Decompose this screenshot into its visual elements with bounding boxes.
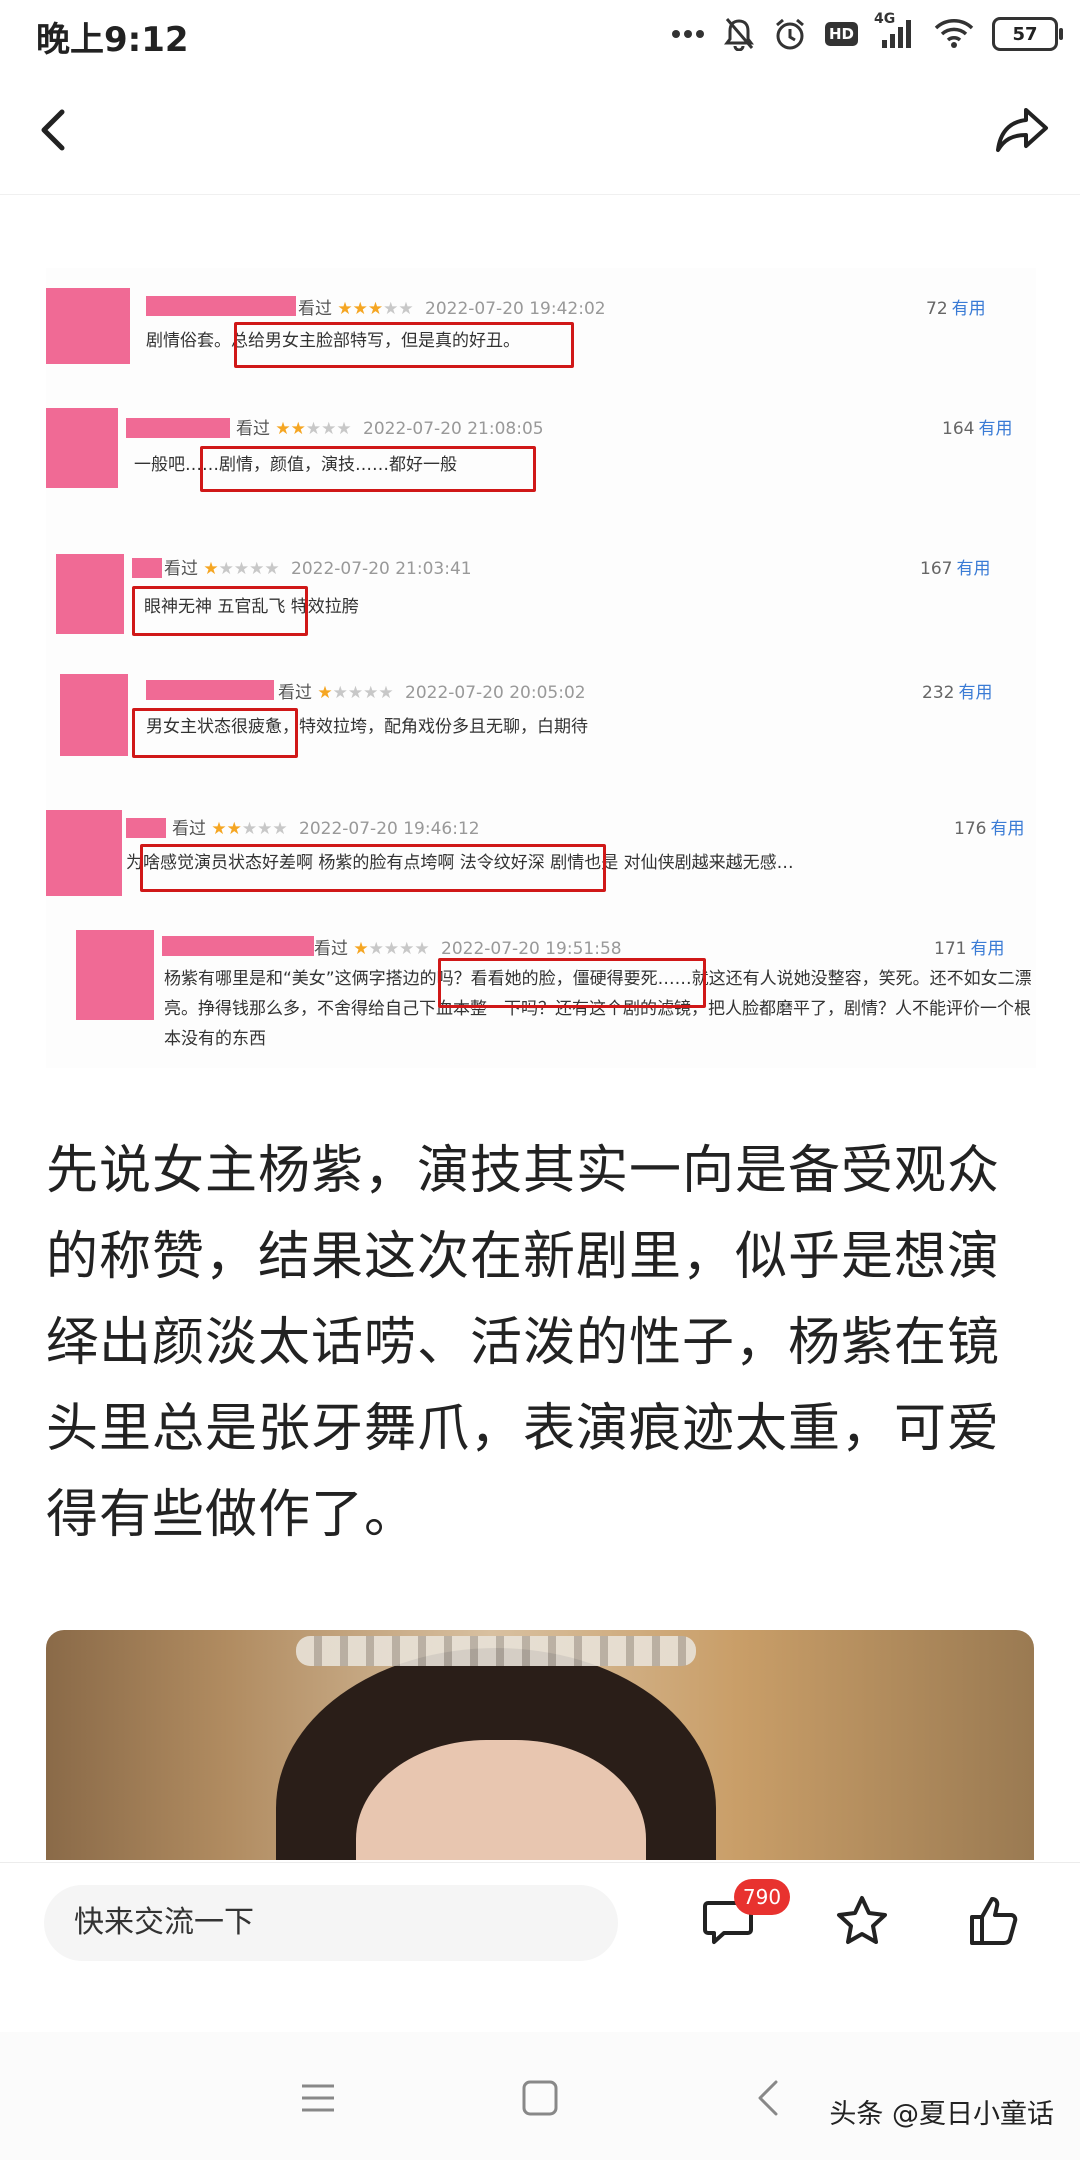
chevron-left-icon — [41, 109, 65, 151]
menu-button[interactable] — [296, 2076, 340, 2120]
comment-input[interactable]: 快来交流一下 — [44, 1885, 618, 1961]
signal-icon: 4G — [874, 12, 916, 50]
top-nav-bar — [0, 66, 1080, 195]
rating-stars: ★★★ — [337, 299, 384, 319]
favorite-button[interactable] — [834, 1893, 890, 1949]
useful-count: 167 有用 — [920, 559, 991, 579]
back-chevron-icon — [758, 2080, 778, 2116]
redacted-username — [126, 818, 166, 838]
highlight-box — [200, 446, 536, 492]
redacted-username — [132, 558, 162, 578]
useful-count: 176 有用 — [954, 819, 1025, 839]
redacted-avatar — [76, 930, 154, 1020]
review-meta: 看过 ★★★★★ 2022-07-20 19:51:58 — [314, 939, 622, 959]
redacted-avatar — [46, 288, 130, 364]
redacted-avatar — [60, 674, 128, 756]
useful-count: 164 有用 — [942, 419, 1013, 439]
home-button[interactable] — [518, 2076, 562, 2120]
highlight-box — [234, 322, 574, 368]
like-button[interactable] — [966, 1893, 1022, 1949]
highlight-box — [132, 708, 298, 758]
system-back-button[interactable] — [748, 2076, 792, 2120]
network-type-label: 4G — [874, 11, 896, 27]
status-bar: 晚上9:12 HD 4G 57 — [0, 0, 1080, 66]
redacted-avatar — [46, 408, 118, 488]
comment-count-badge: 790 — [734, 1879, 790, 1915]
menu-icon — [302, 2084, 334, 2112]
wifi-icon — [934, 18, 974, 50]
article-paragraph: 先说女主杨紫，演技其实一向是备受观众的称赞，结果这次在新剧里，似乎是想演绎出颜淡… — [46, 1141, 1001, 1545]
hd-icon: HD — [824, 22, 858, 46]
highlight-box — [438, 958, 706, 1008]
status-time: 晚上9:12 — [36, 20, 189, 60]
share-button[interactable] — [994, 104, 1052, 156]
redacted-username — [162, 936, 314, 956]
status-icons: HD 4G 57 — [671, 12, 1063, 56]
article-photo — [46, 1630, 1034, 1860]
battery-icon: 57 — [992, 17, 1063, 51]
review-date: 2022-07-20 19:42:02 — [425, 299, 606, 319]
share-arrow-icon — [996, 108, 1048, 152]
alarm-icon — [773, 17, 807, 51]
system-nav-bar: 头条 @夏日小童话 — [0, 2032, 1080, 2160]
highlight-box — [132, 586, 308, 636]
back-button[interactable] — [30, 102, 80, 158]
star-icon — [837, 1896, 887, 1944]
mute-bell-icon — [723, 17, 755, 51]
review-screenshot-image: 看过 ★★★★★ 2022-07-20 19:42:02 72 有用 剧情俗套。总… — [46, 268, 1036, 1068]
review-meta: 看过 ★★★★★ 2022-07-20 21:08:05 — [236, 419, 544, 439]
redacted-avatar — [56, 554, 124, 634]
review-meta: 看过 ★★★★★ 2022-07-20 19:42:02 — [298, 299, 606, 319]
redacted-avatar — [46, 810, 122, 896]
bottom-action-bar: 快来交流一下 790 — [0, 1862, 1080, 2031]
highlight-box — [140, 844, 606, 892]
more-dots-icon — [671, 29, 705, 39]
useful-count: 72 有用 — [926, 299, 986, 319]
review-status: 看过 — [298, 299, 332, 319]
redacted-username — [146, 680, 274, 700]
redacted-username — [146, 296, 296, 316]
useful-count: 171 有用 — [934, 939, 1005, 959]
review-meta: 看过 ★★★★★ 2022-07-20 21:03:41 — [164, 559, 472, 579]
review-meta: 看过 ★★★★★ 2022-07-20 19:46:12 — [172, 819, 480, 839]
watermark: 头条 @夏日小童话 — [829, 2099, 1054, 2130]
thumbs-up-icon — [970, 1897, 1018, 1945]
photo-hair-ornament — [296, 1636, 696, 1666]
redacted-username — [126, 418, 230, 438]
review-meta: 看过 ★★★★★ 2022-07-20 20:05:02 — [278, 683, 586, 703]
home-square-icon — [522, 2080, 558, 2116]
useful-count: 232 有用 — [922, 683, 993, 703]
